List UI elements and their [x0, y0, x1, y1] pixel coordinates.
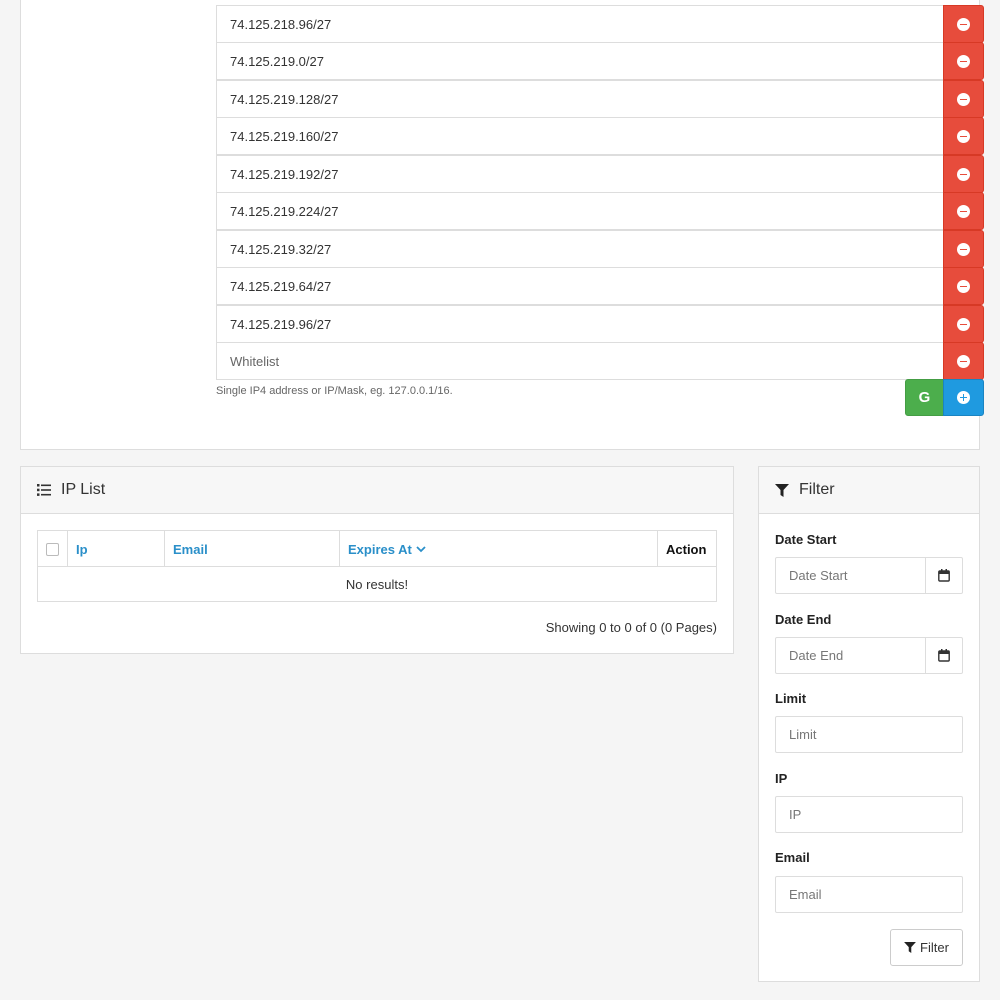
- calendar-icon: [938, 569, 950, 582]
- column-action: Action: [666, 541, 707, 557]
- column-expires-at-label: Expires At: [348, 541, 412, 557]
- chevron-down-icon: [416, 545, 426, 553]
- ip-table: Ip Email Expires At Action No results!: [37, 530, 717, 602]
- whitelist-row: 74.125.219.96/27: [216, 305, 984, 343]
- date-start-calendar-button[interactable]: [925, 557, 963, 594]
- filter-title: Filter: [799, 481, 835, 498]
- whitelist-row: 74.125.219.128/27: [216, 80, 984, 118]
- whitelist-row: 74.125.219.0/27: [216, 42, 984, 80]
- ip-input[interactable]: [775, 796, 963, 833]
- remove-entry-button[interactable]: [943, 192, 984, 230]
- remove-entry-button[interactable]: [943, 155, 984, 193]
- minus-circle-icon: [957, 54, 970, 68]
- filter-header: Filter: [759, 467, 979, 514]
- whitelist-entry-input[interactable]: 74.125.218.96/27: [216, 5, 944, 43]
- whitelist-entry-input[interactable]: 74.125.219.128/27: [216, 80, 944, 118]
- minus-circle-icon: [957, 204, 970, 218]
- remove-entry-button[interactable]: [943, 230, 984, 268]
- filter-button[interactable]: Filter: [890, 929, 963, 966]
- funnel-icon: [775, 483, 789, 497]
- filter-button-label: Filter: [920, 940, 949, 955]
- whitelist-entry-input[interactable]: 74.125.219.0/27: [216, 42, 944, 80]
- minus-circle-icon: [957, 242, 970, 256]
- column-expires-at[interactable]: Expires At: [340, 531, 658, 567]
- minus-circle-icon: [957, 17, 970, 31]
- limit-input[interactable]: [775, 716, 963, 753]
- list-icon: [37, 484, 51, 496]
- calendar-icon: [938, 649, 950, 662]
- empty-results-text: No results!: [345, 576, 409, 592]
- whitelist-entry-input[interactable]: 74.125.219.224/27: [216, 192, 944, 230]
- remove-entry-button[interactable]: [943, 342, 984, 380]
- minus-circle-icon: [957, 129, 970, 143]
- minus-circle-icon: [957, 354, 970, 368]
- minus-circle-icon: [957, 167, 970, 181]
- date-end-calendar-button[interactable]: [925, 637, 963, 674]
- minus-circle-icon: [957, 92, 970, 106]
- whitelist-entry-input[interactable]: 74.125.219.96/27: [216, 305, 944, 343]
- whitelist-row: 74.125.219.32/27: [216, 230, 984, 268]
- remove-entry-button[interactable]: [943, 267, 984, 305]
- column-ip[interactable]: Ip: [68, 531, 165, 567]
- date-end-input[interactable]: [775, 637, 926, 674]
- add-entry-button[interactable]: [943, 379, 984, 416]
- remove-entry-button[interactable]: [943, 80, 984, 118]
- remove-entry-button[interactable]: [943, 42, 984, 80]
- whitelist-new-input[interactable]: Whitelist: [216, 342, 944, 380]
- whitelist-entry-input[interactable]: 74.125.219.64/27: [216, 267, 944, 305]
- email-label: Email: [775, 850, 810, 865]
- date-start-input[interactable]: [775, 557, 926, 594]
- table-header-row: Ip Email Expires At Action: [38, 531, 716, 567]
- limit-label: Limit: [775, 691, 807, 706]
- whitelist-help-text: Single IP4 address or IP/Mask, eg. 127.0…: [216, 385, 453, 397]
- whitelist-row: 74.125.218.96/27: [216, 5, 984, 43]
- date-end-label: Date End: [775, 612, 832, 627]
- whitelist-entry-input[interactable]: 74.125.219.192/27: [216, 155, 944, 193]
- whitelist-row: 74.125.219.64/27: [216, 267, 984, 305]
- minus-circle-icon: [957, 279, 970, 293]
- ip-list-panel: IP List Ip Email Expires At Action No re…: [20, 466, 734, 654]
- whitelist-panel: 74.125.218.96/27 74.125.219.0/27 74.125.…: [20, 0, 984, 450]
- ip-label: IP: [775, 771, 788, 786]
- minus-circle-icon: [957, 317, 970, 331]
- remove-entry-button[interactable]: [943, 305, 984, 343]
- select-all-cell: [38, 531, 68, 567]
- funnel-icon: [904, 942, 916, 953]
- ip-list-header: IP List: [21, 467, 733, 514]
- whitelist-entry-input[interactable]: 74.125.219.160/27: [216, 117, 944, 155]
- filter-panel: Filter Date Start Date End Limit IP Emai…: [758, 466, 980, 982]
- pagination-summary: Showing 0 to 0 of 0 (0 Pages): [545, 620, 717, 635]
- date-start-label: Date Start: [775, 532, 837, 547]
- remove-entry-button[interactable]: [943, 5, 984, 43]
- whitelist-row: Whitelist: [216, 342, 984, 380]
- g-button[interactable]: G: [905, 379, 944, 416]
- email-input[interactable]: [775, 876, 963, 913]
- column-email[interactable]: Email: [165, 531, 340, 567]
- select-all-checkbox[interactable]: [46, 542, 59, 556]
- whitelist-row: 74.125.219.192/27: [216, 155, 984, 193]
- ip-list-title: IP List: [61, 481, 106, 498]
- whitelist-row: 74.125.219.160/27: [216, 117, 984, 155]
- remove-entry-button[interactable]: [943, 117, 984, 155]
- whitelist-row: 74.125.219.224/27: [216, 192, 984, 230]
- whitelist-entry-input[interactable]: 74.125.219.32/27: [216, 230, 944, 268]
- plus-circle-icon: [957, 391, 970, 404]
